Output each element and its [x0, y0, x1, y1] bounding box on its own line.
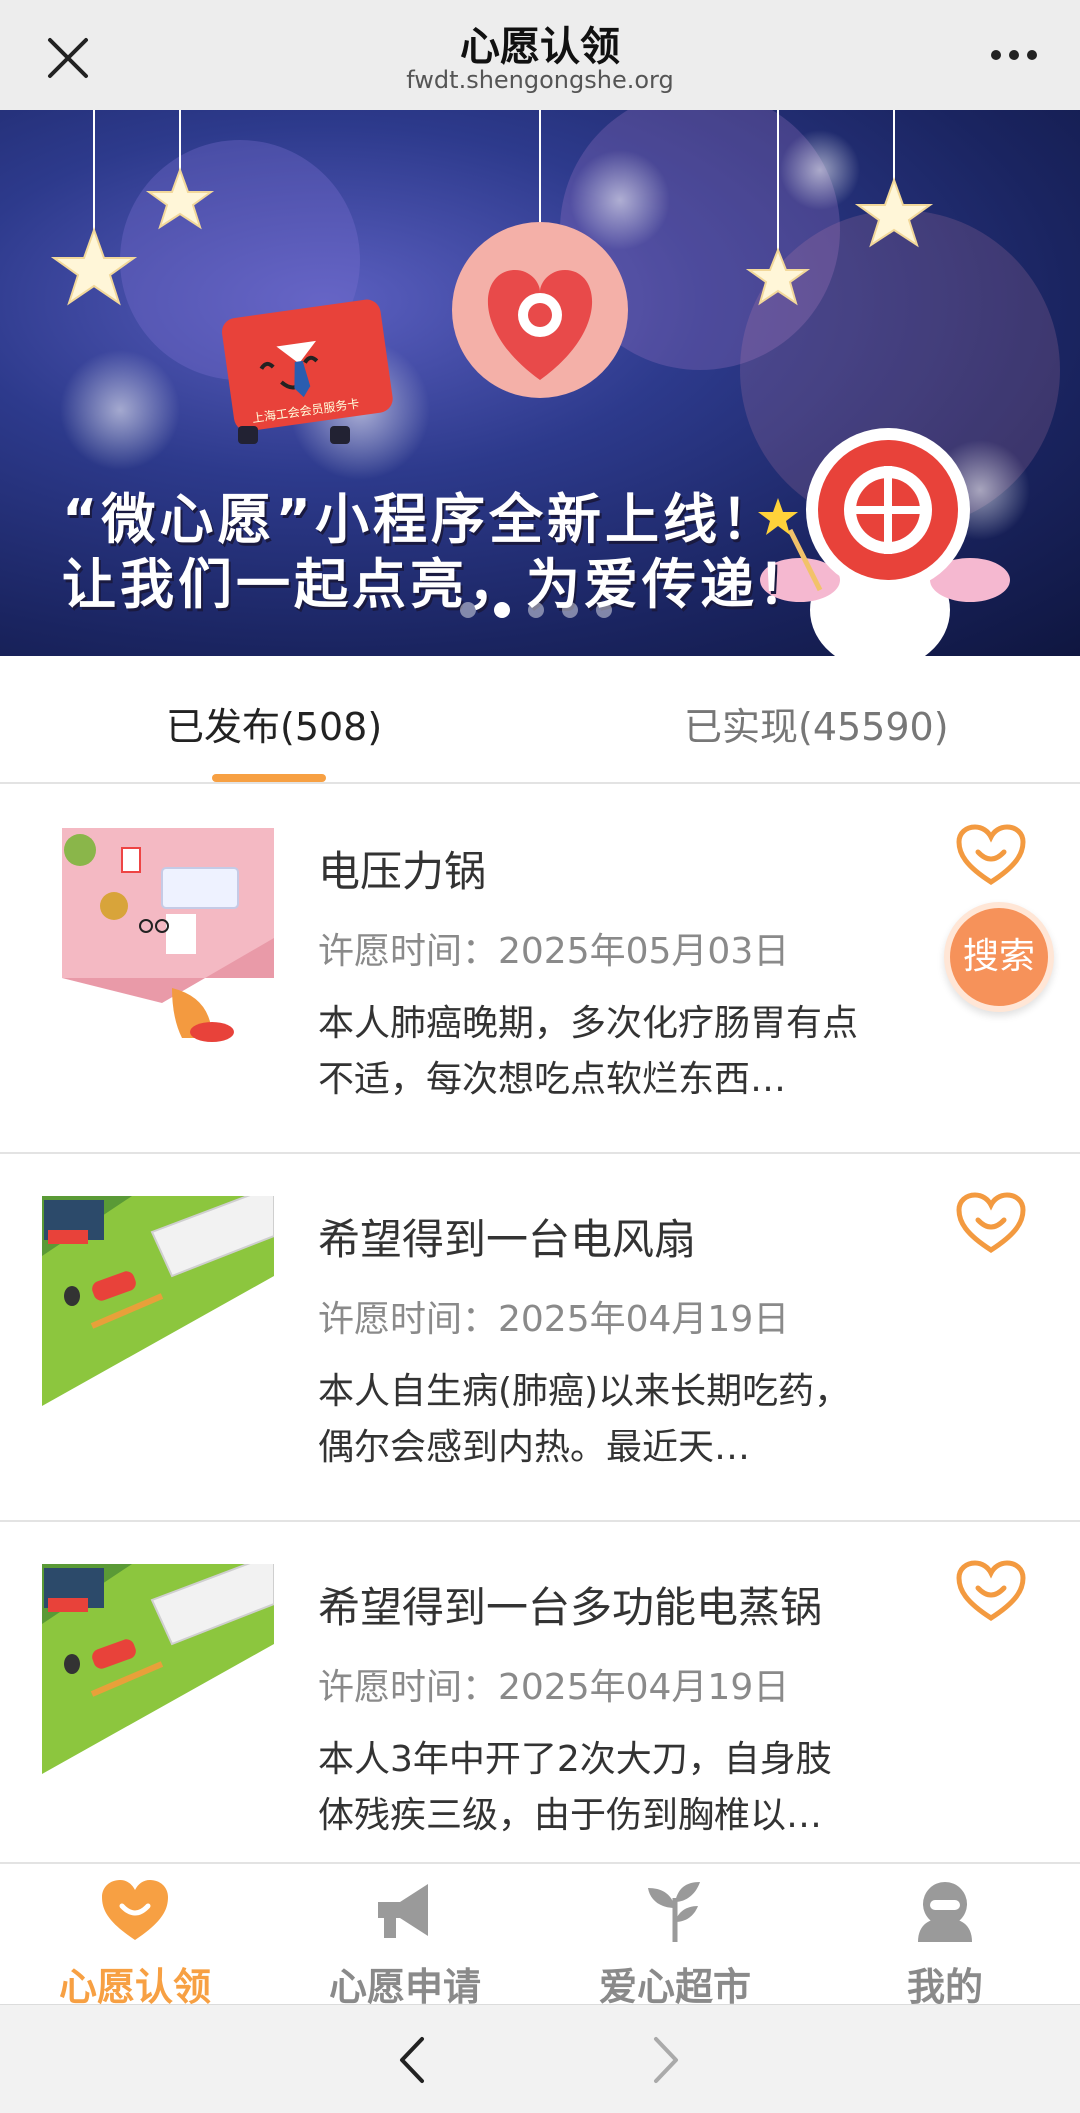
sprout-icon	[648, 1882, 700, 1942]
wish-list-item[interactable]: 希望得到一台电风扇 许愿时间：2025年04月19日 本人自生病(肺癌)以来长期…	[0, 1154, 1080, 1522]
wish-time: 许愿时间：2025年05月03日	[318, 931, 790, 972]
wish-title: 希望得到一台多功能电蒸锅	[318, 1583, 823, 1632]
wish-time: 许愿时间：2025年04月19日	[318, 1299, 790, 1340]
nav-love-market[interactable]: 爱心超市	[540, 1864, 810, 2009]
carousel-dot[interactable]	[596, 602, 612, 618]
wish-list-item[interactable]: 电压力锅 许愿时间：2025年05月03日 本人肺癌晚期，多次化疗肠胃有点不适，…	[0, 786, 1080, 1154]
tab-active-indicator	[212, 774, 326, 782]
search-button[interactable]: 搜索	[944, 902, 1054, 1012]
wish-thumbnail	[62, 828, 274, 1042]
banner-carousel[interactable]: 上海工会会员服务卡 “微心愿”小程序全新上线！ 让我们一起点亮，为爱传递！	[0, 110, 1080, 656]
heart-icon	[102, 1880, 168, 1940]
heart-icon[interactable]	[956, 1192, 1026, 1256]
forward-arrow-icon[interactable]	[646, 2033, 686, 2087]
browser-toolbar	[0, 2004, 1080, 2113]
heart-icon[interactable]	[956, 824, 1026, 888]
carousel-dot[interactable]	[460, 602, 476, 618]
nav-wish-claim[interactable]: 心愿认领	[0, 1864, 270, 2009]
nav-wish-apply[interactable]: 心愿申请	[270, 1864, 540, 2009]
nav-mine[interactable]: 我的	[810, 1864, 1080, 2009]
carousel-dot-active[interactable]	[494, 602, 510, 618]
carousel-dot[interactable]	[528, 602, 544, 618]
nav-label: 爱心超市	[598, 1965, 751, 2009]
wish-description: 本人3年中开了2次大刀，自身肢体残疾三级，由于伤到胸椎以…	[318, 1739, 832, 1836]
wish-title: 电压力锅	[318, 847, 487, 896]
carousel-dot[interactable]	[562, 602, 578, 618]
more-icon[interactable]	[984, 30, 1044, 80]
nav-label: 心愿申请	[328, 1965, 481, 2009]
title-bar: 心愿认领 fwdt.shengongshe.org	[0, 0, 1080, 110]
wish-time: 许愿时间：2025年04月19日	[318, 1667, 790, 1708]
page-domain: fwdt.shengongshe.org	[406, 66, 674, 94]
nav-label: 心愿认领	[58, 1965, 211, 2009]
megaphone-icon	[378, 1884, 428, 1938]
nav-label: 我的	[906, 1965, 983, 2009]
wish-list-item[interactable]: 希望得到一台多功能电蒸锅 许愿时间：2025年04月19日 本人3年中开了2次大…	[0, 1522, 1080, 1862]
user-icon	[918, 1882, 972, 1942]
banner-caption-line2: 让我们一起点亮，为爱传递！	[62, 553, 816, 616]
carousel-dots	[460, 602, 612, 622]
wish-thumbnail	[42, 1564, 274, 1774]
back-arrow-icon[interactable]	[392, 2033, 432, 2087]
tab-fulfilled[interactable]: 已实现(45590)	[684, 696, 949, 751]
heart-icon[interactable]	[956, 1560, 1026, 1624]
wish-description: 本人自生病(肺癌)以来长期吃药，偶尔会感到内热。最近天…	[318, 1371, 851, 1468]
tab-bar: 已发布(508) 已实现(45590)	[0, 656, 1080, 784]
bottom-nav: 心愿认领 心愿申请 爱心超市 我的	[0, 1862, 1080, 2009]
tab-published[interactable]: 已发布(508)	[166, 696, 382, 751]
wish-thumbnail	[42, 1196, 274, 1406]
wish-title: 希望得到一台电风扇	[318, 1215, 697, 1264]
wish-description: 本人肺癌晚期，多次化疗肠胃有点不适，每次想吃点软烂东西…	[318, 1003, 859, 1100]
page-title: 心愿认领	[460, 24, 620, 70]
